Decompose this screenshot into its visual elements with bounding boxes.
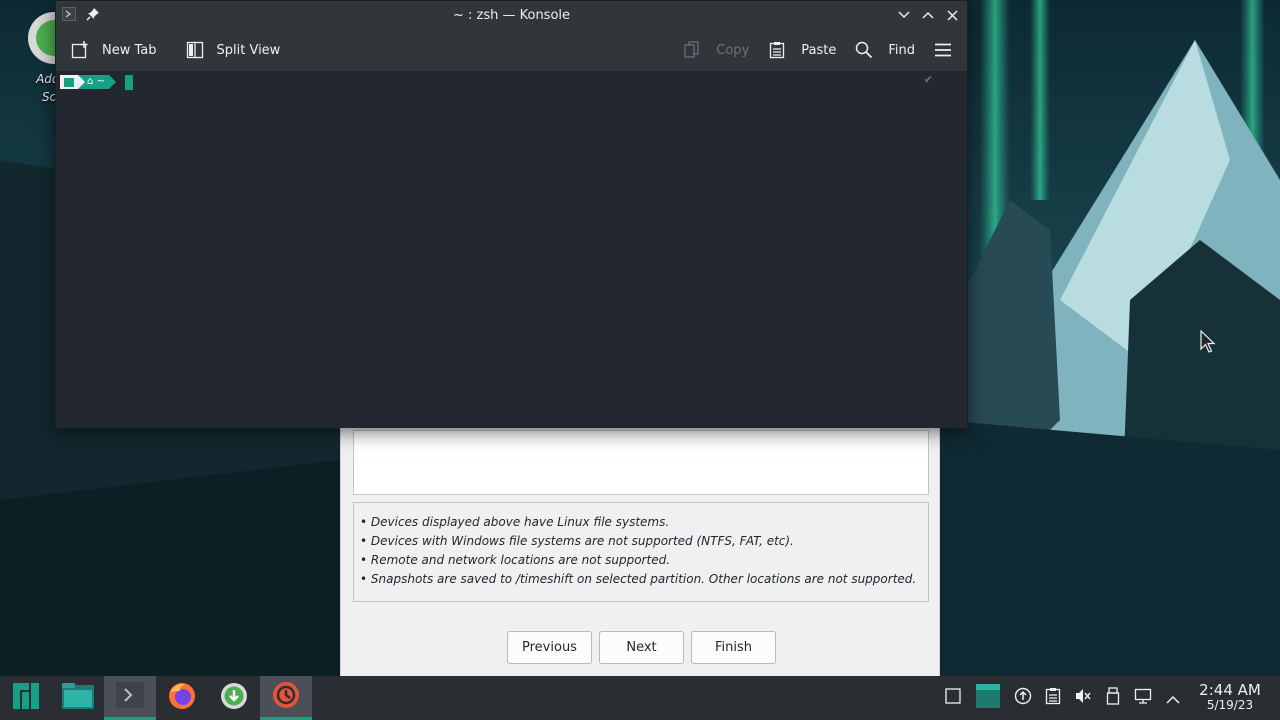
find-label: Find: [888, 42, 915, 58]
home-icon: ⌂: [87, 76, 94, 87]
paste-button[interactable]: Paste: [767, 40, 836, 60]
note-line: • Snapshots are saved to /timeshift on s…: [360, 572, 917, 586]
window-menu-icon[interactable]: [62, 7, 76, 25]
taskbar-file-manager[interactable]: [52, 676, 104, 720]
copy-label: Copy: [716, 42, 750, 58]
timeshift-icon: [272, 681, 300, 713]
chevron-down-icon: [898, 11, 910, 19]
prompt-path-text: ~: [96, 76, 105, 87]
copy-button[interactable]: Copy: [682, 40, 749, 60]
virtual-desktop-icon: [976, 684, 1000, 712]
volume-button[interactable]: [1068, 676, 1098, 720]
split-view-icon: [185, 40, 205, 60]
hamburger-menu-button[interactable]: [933, 40, 953, 60]
split-view-label: Split View: [216, 42, 281, 58]
split-view-button[interactable]: Split View: [185, 40, 281, 60]
application-launcher[interactable]: [0, 676, 52, 720]
taskbar-timeshift[interactable]: [260, 676, 312, 720]
window-icon: [945, 688, 961, 708]
new-tab-icon: [70, 40, 90, 60]
terminal-area[interactable]: ⌂ ~ ✔: [56, 71, 967, 428]
clock-time: 2:44 AM: [1199, 681, 1261, 699]
taskbar-firefox[interactable]: [156, 676, 208, 720]
paste-label: Paste: [801, 42, 837, 58]
status-check-icon: ✔: [923, 73, 933, 86]
note-line: • Remote and network locations are not s…: [360, 553, 671, 567]
system-tray: 2:44 AM 5/19/23: [938, 676, 1280, 720]
window-title: ~ : zsh — Konsole: [452, 7, 571, 23]
timeshift-setup-dialog: • Devices displayed above have Linux fil…: [340, 420, 940, 676]
os-logo-icon: [60, 75, 78, 89]
new-tab-label: New Tab: [102, 42, 157, 58]
pager-button[interactable]: [968, 676, 1008, 720]
prompt-separator-icon: [108, 75, 116, 89]
maximize-button[interactable]: [919, 5, 937, 25]
shell-prompt: ⌂ ~: [60, 74, 133, 90]
update-notifier-button[interactable]: [1008, 676, 1038, 720]
volume-muted-icon: [1074, 687, 1092, 709]
show-desktop-button[interactable]: [938, 676, 968, 720]
clipboard-button[interactable]: [1038, 676, 1068, 720]
text-cursor: [124, 74, 133, 90]
removable-devices-button[interactable]: [1098, 676, 1128, 720]
device-list[interactable]: [353, 430, 929, 495]
clock-date: 5/19/23: [1206, 698, 1254, 712]
paste-icon: [767, 40, 787, 60]
mouse-pointer-icon: [1200, 329, 1216, 358]
device-notes: • Devices displayed above have Linux fil…: [353, 502, 929, 602]
software-installer-icon: [220, 682, 248, 714]
network-wired-icon: [1134, 687, 1152, 709]
clipboard-icon: [1045, 687, 1061, 709]
konsole-toolbar: New Tab Split View Copy Paste Find: [56, 29, 967, 71]
copy-icon: [682, 40, 702, 60]
prompt-path: ⌂ ~: [85, 75, 109, 89]
minimize-button[interactable]: [895, 5, 913, 25]
find-button[interactable]: Find: [854, 40, 915, 60]
title-bar[interactable]: ~ : zsh — Konsole: [56, 1, 967, 29]
next-button[interactable]: Next: [599, 631, 684, 664]
konsole-icon: [116, 681, 144, 712]
previous-button[interactable]: Previous: [507, 631, 592, 664]
file-manager-icon: [62, 683, 94, 713]
update-icon: [1014, 687, 1032, 709]
finish-button[interactable]: Finish: [691, 631, 776, 664]
chevron-up-icon: [1166, 689, 1180, 708]
network-button[interactable]: [1128, 676, 1158, 720]
firefox-icon: [167, 681, 197, 715]
taskbar-software-manager[interactable]: [208, 676, 260, 720]
pin-icon[interactable]: [86, 7, 100, 25]
taskbar-konsole[interactable]: [104, 676, 156, 720]
note-line: • Devices displayed above have Linux fil…: [360, 515, 670, 529]
chevron-up-icon: [922, 11, 934, 19]
tray-expand-button[interactable]: [1158, 676, 1188, 720]
new-tab-button[interactable]: New Tab: [70, 40, 157, 60]
prompt-separator-icon: [78, 75, 85, 89]
manjaro-menu-icon: [13, 683, 39, 713]
close-icon: [946, 9, 958, 21]
konsole-window: ~ : zsh — Konsole New Tab Split View Cop…: [55, 0, 968, 428]
usb-drive-icon: [1106, 687, 1120, 709]
note-line: • Devices with Windows file systems are …: [360, 534, 794, 548]
search-icon: [854, 40, 874, 60]
close-button[interactable]: [943, 5, 961, 25]
hamburger-menu-icon: [933, 40, 953, 60]
taskbar: 2:44 AM 5/19/23: [0, 676, 1280, 720]
digital-clock[interactable]: 2:44 AM 5/19/23: [1188, 683, 1280, 713]
